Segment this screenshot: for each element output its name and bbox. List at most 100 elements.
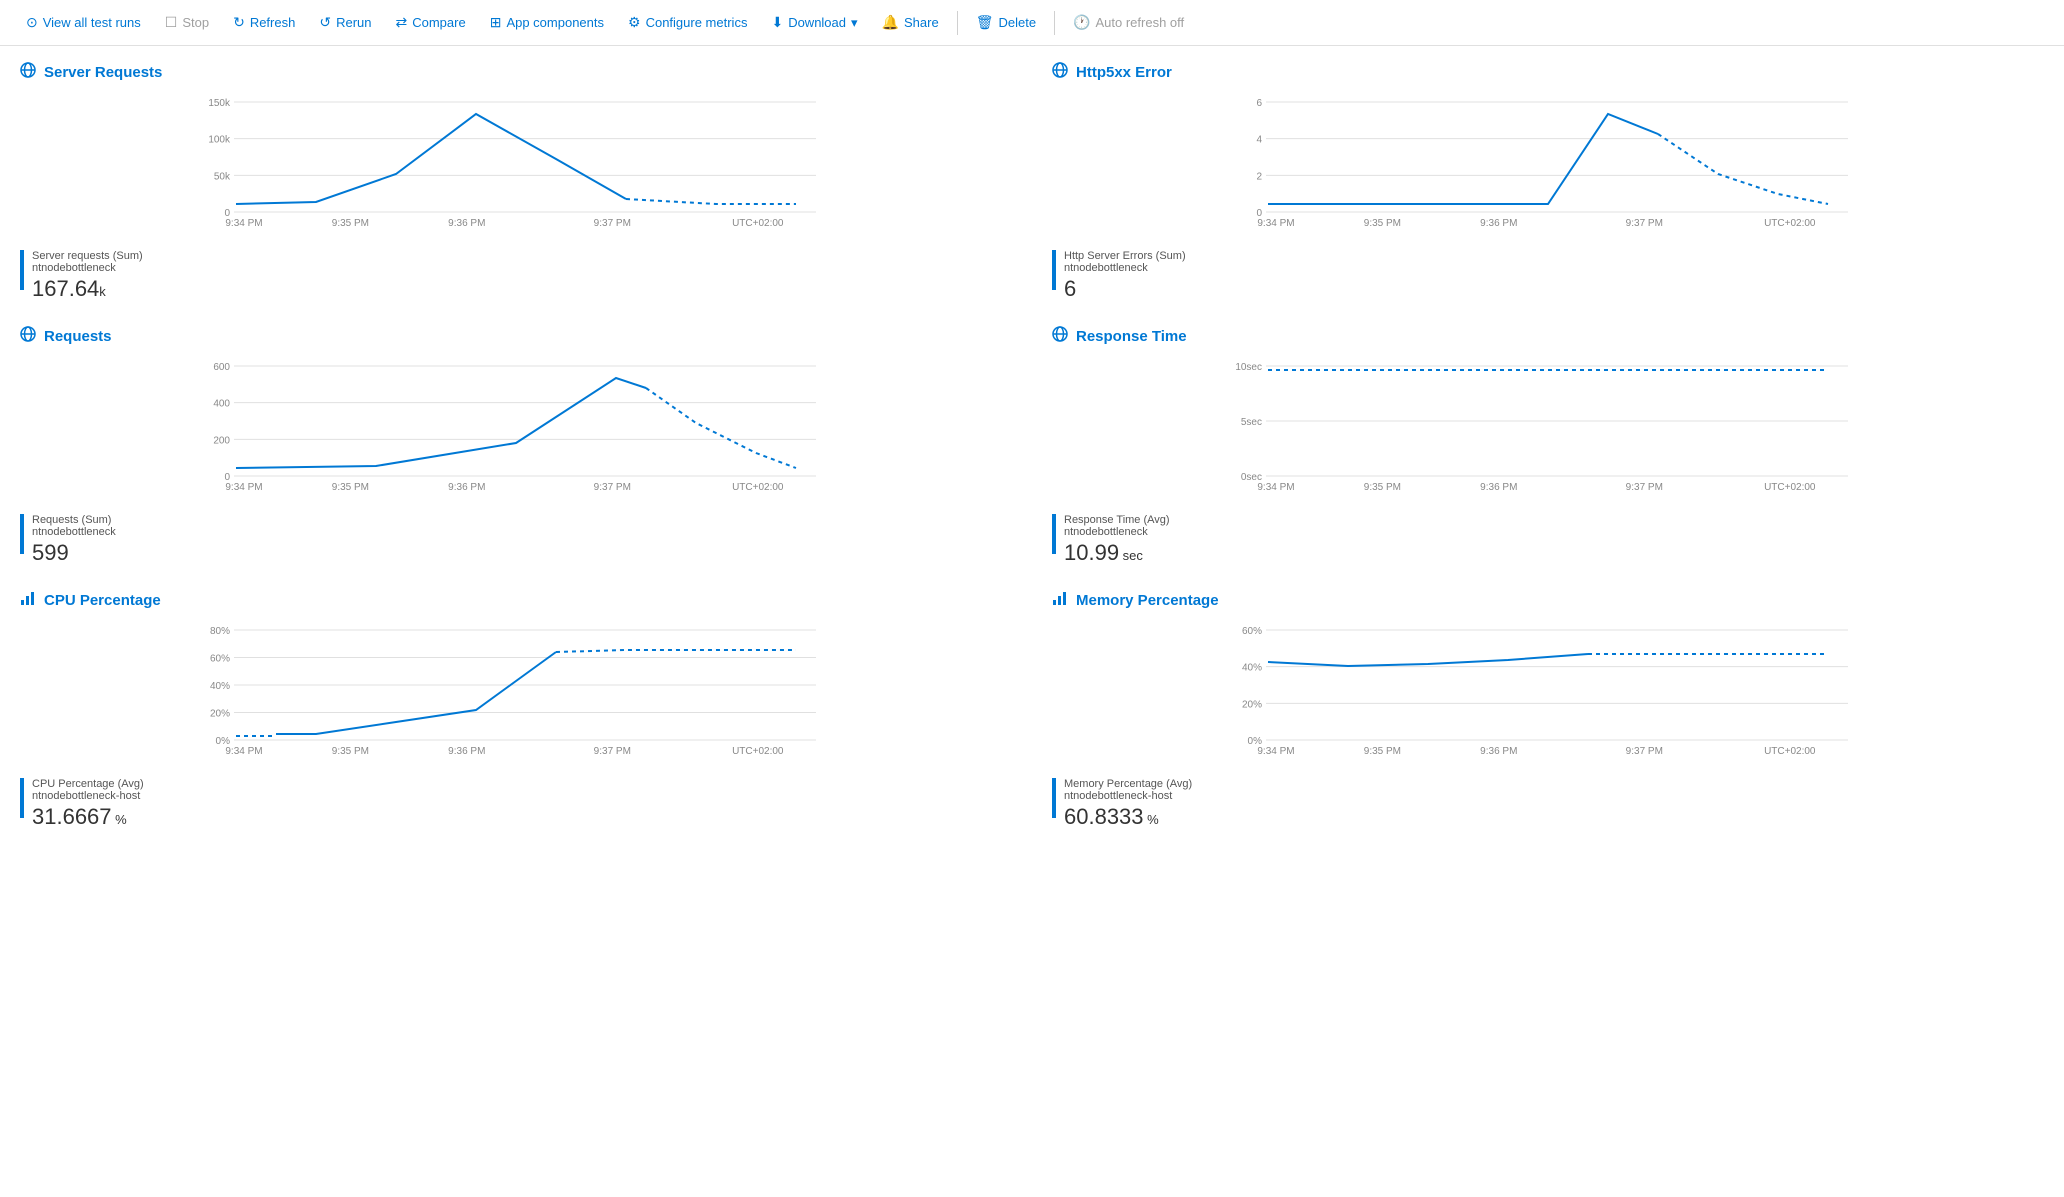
- svg-text:9:36 PM: 9:36 PM: [1480, 746, 1517, 757]
- app-components-button[interactable]: ⊞ App components: [480, 8, 614, 37]
- chart-svg-requests: 60040020009:34 PM9:35 PM9:36 PM9:37 PMUT…: [20, 358, 1012, 503]
- svg-text:150k: 150k: [208, 98, 231, 109]
- chart-svg-response-time: 10sec5sec0sec9:34 PM9:35 PM9:36 PM9:37 P…: [1052, 358, 2044, 503]
- chart-title-memory-percentage: Memory Percentage: [1052, 590, 2044, 610]
- refresh-icon: ↻: [233, 14, 245, 31]
- stop-button[interactable]: ☐ Stop: [155, 8, 219, 37]
- auto-refresh-icon: 🕐: [1073, 14, 1090, 31]
- svg-text:9:37 PM: 9:37 PM: [1626, 482, 1663, 493]
- chart-panel-memory-percentage: Memory Percentage60%40%20%0%9:34 PM9:35 …: [1052, 590, 2044, 830]
- svg-text:200: 200: [213, 435, 230, 446]
- chart-icon-server-requests: [20, 62, 36, 82]
- view-all-icon: ⊙: [26, 14, 38, 31]
- compare-icon: ⇄: [396, 14, 408, 31]
- legend-label: Requests (Sum): [32, 514, 116, 526]
- share-icon: 🔔: [882, 14, 899, 31]
- compare-button[interactable]: ⇄ Compare: [386, 8, 476, 37]
- rerun-button[interactable]: ↺ Rerun: [309, 8, 381, 37]
- chart-icon-memory-percentage: [1052, 590, 1068, 610]
- toolbar: ⊙ View all test runs ☐ Stop ↻ Refresh ↺ …: [0, 0, 2064, 46]
- configure-metrics-icon: ⚙: [628, 14, 641, 31]
- svg-text:2: 2: [1256, 171, 1262, 182]
- svg-text:9:37 PM: 9:37 PM: [594, 218, 631, 229]
- svg-text:UTC+02:00: UTC+02:00: [1764, 482, 1816, 493]
- svg-text:400: 400: [213, 399, 230, 410]
- chart-legend-response-time: Response Time (Avg)ntnodebottleneck10.99…: [1052, 514, 2044, 566]
- chart-icon-response-time: [1052, 326, 1068, 346]
- download-icon: ⬇: [771, 14, 783, 31]
- svg-text:9:34 PM: 9:34 PM: [1257, 482, 1294, 493]
- chart-legend-http5xx-error: Http Server Errors (Sum)ntnodebottleneck…: [1052, 250, 2044, 302]
- svg-text:40%: 40%: [1242, 663, 1262, 674]
- legend-bar: [1052, 250, 1056, 290]
- chart-icon-cpu-percentage: [20, 590, 36, 610]
- legend-value: 6: [1064, 276, 1186, 302]
- svg-text:UTC+02:00: UTC+02:00: [1764, 218, 1816, 229]
- legend-sublabel: ntnodebottleneck: [1064, 526, 1170, 538]
- chart-title-response-time: Response Time: [1052, 326, 2044, 346]
- app-components-icon: ⊞: [490, 14, 502, 31]
- svg-text:20%: 20%: [210, 709, 230, 720]
- legend-bar: [20, 778, 24, 818]
- chart-panel-cpu-percentage: CPU Percentage80%60%40%20%0%9:34 PM9:35 …: [20, 590, 1012, 830]
- svg-text:9:35 PM: 9:35 PM: [1364, 218, 1401, 229]
- legend-sublabel: ntnodebottleneck: [1064, 262, 1186, 274]
- svg-text:9:35 PM: 9:35 PM: [332, 746, 369, 757]
- stop-icon: ☐: [165, 14, 178, 31]
- separator-1: [957, 11, 958, 35]
- legend-label: Http Server Errors (Sum): [1064, 250, 1186, 262]
- svg-text:6: 6: [1256, 98, 1262, 109]
- svg-text:50k: 50k: [214, 171, 231, 182]
- share-button[interactable]: 🔔 Share: [872, 8, 949, 37]
- legend-sublabel: ntnodebottleneck-host: [1064, 790, 1192, 802]
- download-chevron-icon: ▾: [851, 15, 858, 31]
- configure-metrics-button[interactable]: ⚙ Configure metrics: [618, 8, 757, 37]
- chart-title-cpu-percentage: CPU Percentage: [20, 590, 1012, 610]
- legend-label: Server requests (Sum): [32, 250, 143, 262]
- svg-text:9:34 PM: 9:34 PM: [225, 482, 262, 493]
- svg-text:600: 600: [213, 362, 230, 373]
- legend-bar: [20, 514, 24, 554]
- svg-text:9:37 PM: 9:37 PM: [1626, 218, 1663, 229]
- chart-legend-cpu-percentage: CPU Percentage (Avg)ntnodebottleneck-hos…: [20, 778, 1012, 830]
- svg-text:20%: 20%: [1242, 699, 1262, 710]
- svg-text:9:37 PM: 9:37 PM: [1626, 746, 1663, 757]
- svg-text:4: 4: [1256, 135, 1262, 146]
- chart-panel-server-requests: Server Requests150k100k50k09:34 PM9:35 P…: [20, 62, 1012, 302]
- chart-panel-response-time: Response Time 10sec5sec0sec9:34 PM9:35 PM…: [1052, 326, 2044, 566]
- svg-text:60%: 60%: [210, 654, 230, 665]
- svg-text:9:34 PM: 9:34 PM: [1257, 218, 1294, 229]
- chart-title-server-requests: Server Requests: [20, 62, 1012, 82]
- charts-grid: Server Requests150k100k50k09:34 PM9:35 P…: [20, 62, 2044, 830]
- refresh-button[interactable]: ↻ Refresh: [223, 8, 305, 37]
- chart-svg-cpu-percentage: 80%60%40%20%0%9:34 PM9:35 PM9:36 PM9:37 …: [20, 622, 1012, 767]
- svg-text:40%: 40%: [210, 681, 230, 692]
- svg-text:9:37 PM: 9:37 PM: [594, 746, 631, 757]
- legend-value: 10.99 sec: [1064, 540, 1170, 566]
- svg-text:9:36 PM: 9:36 PM: [1480, 482, 1517, 493]
- svg-text:9:36 PM: 9:36 PM: [448, 218, 485, 229]
- legend-value: 167.64k: [32, 276, 143, 302]
- svg-text:9:35 PM: 9:35 PM: [332, 482, 369, 493]
- main-content: Server Requests150k100k50k09:34 PM9:35 P…: [0, 46, 2064, 846]
- auto-refresh-button[interactable]: 🕐 Auto refresh off: [1063, 8, 1194, 37]
- chart-svg-http5xx-error: 64209:34 PM9:35 PM9:36 PM9:37 PMUTC+02:0…: [1052, 94, 2044, 239]
- legend-value: 599: [32, 540, 116, 566]
- chart-legend-server-requests: Server requests (Sum)ntnodebottleneck167…: [20, 250, 1012, 302]
- chart-svg-memory-percentage: 60%40%20%0%9:34 PM9:35 PM9:36 PM9:37 PMU…: [1052, 622, 2044, 767]
- download-button[interactable]: ⬇ Download ▾: [761, 8, 867, 37]
- svg-text:80%: 80%: [210, 626, 230, 637]
- legend-bar: [1052, 778, 1056, 818]
- legend-label: Memory Percentage (Avg): [1064, 778, 1192, 790]
- chart-panel-http5xx-error: Http5xx Error64209:34 PM9:35 PM9:36 PM9:…: [1052, 62, 2044, 302]
- svg-text:9:35 PM: 9:35 PM: [1364, 746, 1401, 757]
- svg-text:9:34 PM: 9:34 PM: [1257, 746, 1294, 757]
- svg-text:9:34 PM: 9:34 PM: [225, 218, 262, 229]
- svg-text:9:36 PM: 9:36 PM: [448, 746, 485, 757]
- view-all-button[interactable]: ⊙ View all test runs: [16, 8, 151, 37]
- legend-bar: [20, 250, 24, 290]
- delete-button[interactable]: 🗑 Delete: [966, 8, 1046, 37]
- separator-2: [1054, 11, 1055, 35]
- legend-sublabel: ntnodebottleneck-host: [32, 790, 144, 802]
- svg-text:UTC+02:00: UTC+02:00: [732, 746, 784, 757]
